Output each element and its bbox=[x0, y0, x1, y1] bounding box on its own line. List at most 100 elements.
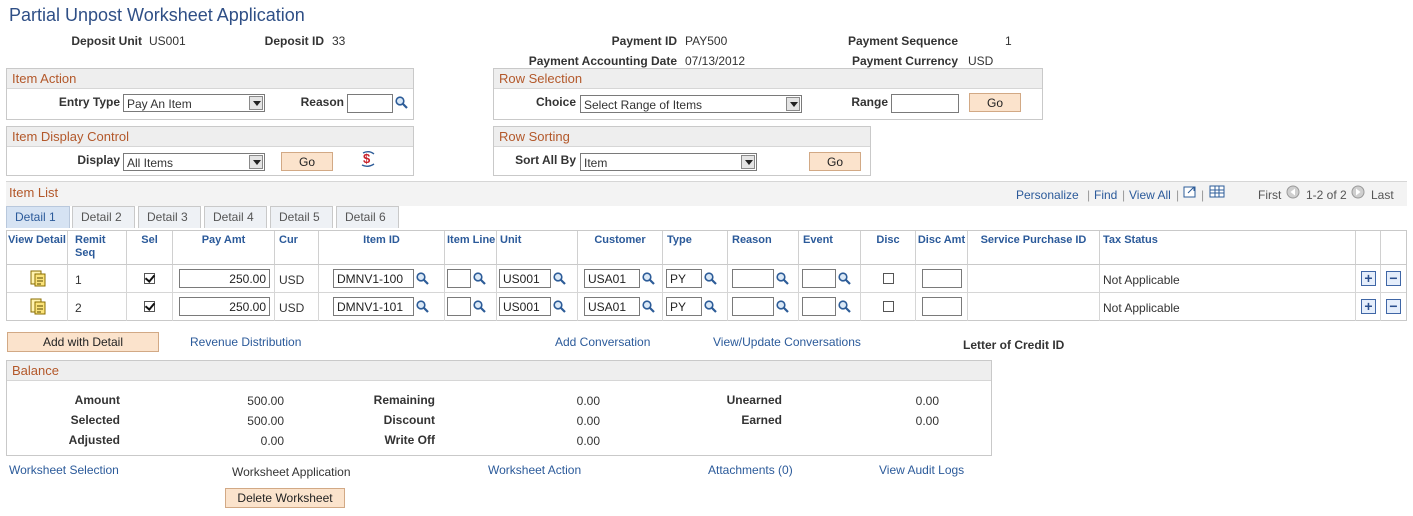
col-delete bbox=[1381, 231, 1406, 265]
tab-detail-5[interactable]: Detail 5 bbox=[270, 206, 333, 228]
type-input[interactable]: PY bbox=[666, 269, 702, 288]
search-icon[interactable] bbox=[704, 272, 717, 285]
search-icon[interactable] bbox=[473, 300, 486, 313]
attachments-link[interactable]: Attachments (0) bbox=[708, 463, 793, 477]
select-checkbox[interactable] bbox=[144, 301, 155, 312]
deposit-unit-label: Deposit Unit bbox=[71, 34, 142, 48]
search-icon[interactable] bbox=[704, 300, 717, 313]
remit-seq: 1 bbox=[75, 273, 82, 287]
currency-conversion-icon[interactable]: $ bbox=[360, 150, 376, 168]
write-off-value: 0.00 bbox=[576, 434, 600, 448]
col-disc: Disc bbox=[861, 231, 916, 265]
choice-select[interactable]: Select Range of Items bbox=[580, 95, 802, 113]
event-input[interactable] bbox=[802, 297, 836, 316]
balance-panel: Balance bbox=[6, 360, 992, 456]
event-input[interactable] bbox=[802, 269, 836, 288]
col-remit-seq: Remit Seq bbox=[68, 231, 127, 265]
row-range: 1-2 of 2 bbox=[1306, 188, 1347, 202]
search-icon[interactable] bbox=[553, 272, 566, 285]
item-id-input[interactable]: DMNV1-101 bbox=[333, 297, 414, 316]
customer-input[interactable]: USA01 bbox=[584, 297, 640, 316]
sort-all-by-value: Item bbox=[584, 156, 608, 170]
add-row-button[interactable]: + bbox=[1361, 299, 1376, 314]
personalize-link[interactable]: Personalize bbox=[1016, 188, 1079, 202]
disc-amt-input[interactable] bbox=[922, 297, 962, 316]
find-link[interactable]: Find bbox=[1094, 188, 1117, 202]
search-icon[interactable] bbox=[416, 272, 429, 285]
worksheet-selection-link[interactable]: Worksheet Selection bbox=[9, 463, 119, 477]
item-display-go-button[interactable]: Go bbox=[281, 152, 333, 171]
reason-input[interactable] bbox=[732, 297, 774, 316]
item-id-input[interactable]: DMNV1-100 bbox=[333, 269, 414, 288]
remaining-value: 0.00 bbox=[576, 394, 600, 408]
remaining-label: Remaining bbox=[373, 393, 435, 407]
disc-checkbox[interactable] bbox=[883, 301, 894, 312]
payment-currency-label: Payment Currency bbox=[851, 54, 958, 68]
item-line-input[interactable] bbox=[447, 269, 471, 288]
previous-icon[interactable] bbox=[1286, 185, 1300, 199]
currency: USD bbox=[279, 273, 305, 287]
search-icon[interactable] bbox=[776, 272, 789, 285]
item-display-header: Item Display Control bbox=[7, 127, 413, 147]
customer-input[interactable]: USA01 bbox=[584, 269, 640, 288]
view-detail-icon[interactable] bbox=[30, 270, 46, 287]
reason-input[interactable] bbox=[347, 94, 393, 113]
sort-all-by-select[interactable]: Item bbox=[580, 153, 757, 171]
letter-of-credit-label: Letter of Credit ID bbox=[963, 338, 1065, 352]
delete-worksheet-button[interactable]: Delete Worksheet bbox=[225, 488, 345, 508]
unit-input[interactable]: US001 bbox=[499, 269, 551, 288]
search-icon[interactable] bbox=[416, 300, 429, 313]
display-label: Display bbox=[77, 153, 120, 167]
new-window-icon[interactable] bbox=[1183, 185, 1197, 198]
search-icon[interactable] bbox=[473, 272, 486, 285]
display-select[interactable]: All Items bbox=[123, 153, 265, 171]
tab-detail-2[interactable]: Detail 2 bbox=[72, 206, 135, 228]
disc-amt-input[interactable] bbox=[922, 269, 962, 288]
search-icon[interactable] bbox=[838, 300, 851, 313]
pay-amt-input[interactable]: 250.00 bbox=[179, 269, 270, 288]
select-checkbox[interactable] bbox=[144, 273, 155, 284]
view-update-conversations-link[interactable]: View/Update Conversations bbox=[713, 335, 861, 349]
col-item-id: Item ID bbox=[319, 231, 445, 265]
reason-input[interactable] bbox=[732, 269, 774, 288]
row-selection-go-button[interactable]: Go bbox=[969, 93, 1021, 112]
spreadsheet-icon[interactable] bbox=[1209, 185, 1225, 198]
pay-amt-input[interactable]: 250.00 bbox=[179, 297, 270, 316]
unit-input[interactable]: US001 bbox=[499, 297, 551, 316]
display-value: All Items bbox=[127, 156, 174, 170]
view-audit-logs-link[interactable]: View Audit Logs bbox=[879, 463, 964, 477]
search-icon[interactable] bbox=[553, 300, 566, 313]
search-icon[interactable] bbox=[642, 300, 655, 313]
search-icon[interactable] bbox=[776, 300, 789, 313]
delete-row-button[interactable]: − bbox=[1386, 299, 1401, 314]
entry-type-select[interactable]: Pay An Item bbox=[123, 94, 265, 112]
unearned-value: 0.00 bbox=[915, 394, 939, 408]
add-conversation-link[interactable]: Add Conversation bbox=[555, 335, 650, 349]
next-icon[interactable] bbox=[1351, 185, 1365, 199]
adjusted-value: 0.00 bbox=[260, 434, 284, 448]
add-row-button[interactable]: + bbox=[1361, 271, 1376, 286]
worksheet-action-link[interactable]: Worksheet Action bbox=[488, 463, 581, 477]
payment-sequence-label: Payment Sequence bbox=[847, 34, 958, 48]
tab-detail-4[interactable]: Detail 4 bbox=[204, 206, 267, 228]
tab-detail-3[interactable]: Detail 3 bbox=[138, 206, 201, 228]
search-icon[interactable] bbox=[642, 272, 655, 285]
col-tax-status: Tax Status bbox=[1100, 231, 1356, 265]
view-detail-icon[interactable] bbox=[30, 298, 46, 315]
delete-row-button[interactable]: − bbox=[1386, 271, 1401, 286]
view-all-link[interactable]: View All bbox=[1129, 188, 1171, 202]
add-with-detail-button[interactable]: Add with Detail bbox=[7, 332, 159, 352]
balance-header: Balance bbox=[7, 361, 991, 381]
disc-checkbox[interactable] bbox=[883, 273, 894, 284]
entry-type-label: Entry Type bbox=[58, 95, 120, 109]
search-icon[interactable] bbox=[395, 96, 408, 109]
type-input[interactable]: PY bbox=[666, 297, 702, 316]
item-line-input[interactable] bbox=[447, 297, 471, 316]
tab-detail-6[interactable]: Detail 6 bbox=[336, 206, 399, 228]
range-input[interactable] bbox=[891, 94, 959, 113]
revenue-distribution-link[interactable]: Revenue Distribution bbox=[190, 335, 301, 349]
search-icon[interactable] bbox=[838, 272, 851, 285]
row-sorting-go-button[interactable]: Go bbox=[809, 152, 861, 171]
col-pay-amt: Pay Amt bbox=[173, 231, 275, 265]
tab-detail-1[interactable]: Detail 1 bbox=[6, 206, 70, 228]
